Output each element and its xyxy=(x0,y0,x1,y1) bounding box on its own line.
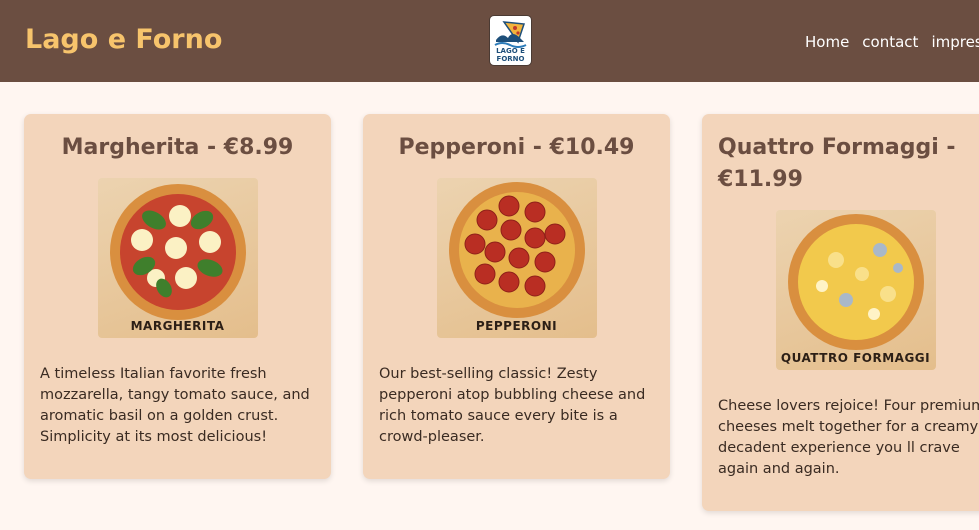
card-description: Our best-selling classic! Zesty pepperon… xyxy=(379,366,646,445)
main-nav: Home contact impres xyxy=(805,32,979,51)
pizza-card-margherita: Margherita - €8.99 MARGHERITA A timeless… xyxy=(24,114,331,479)
nav-contact[interactable]: contact xyxy=(862,33,918,51)
nav-impressum[interactable]: impres xyxy=(931,33,979,51)
card-description: Cheese lovers rejoice! Four premium chee… xyxy=(718,398,979,477)
image-caption: QUATTRO FORMAGGI xyxy=(780,351,931,365)
pizza-card-pepperoni: Pepperoni - €10.49 PEPPERONI Our best-se… xyxy=(363,114,670,479)
site-header: Lago e Forno LAGO E FORNO Home contact imp… xyxy=(0,0,979,82)
brand-title[interactable]: Lago e Forno xyxy=(25,24,222,55)
pepperoni-pizza-icon xyxy=(448,182,585,318)
logo-text-line-1: LAGO E xyxy=(496,47,525,55)
logo-text-line-2: FORNO xyxy=(496,55,525,63)
logo[interactable]: LAGO E FORNO xyxy=(490,16,531,65)
margherita-pizza-icon xyxy=(109,184,246,320)
image-caption: MARGHERITA xyxy=(130,319,225,333)
card-title: Quattro Formaggi - €11.99 xyxy=(718,135,956,192)
quattro-formaggi-pizza-icon xyxy=(787,214,924,350)
card-description: A timeless Italian favorite fresh mozzar… xyxy=(40,366,310,445)
pizza-image-quattro-formaggi: QUATTRO FORMAGGI xyxy=(775,210,936,370)
nav-home[interactable]: Home xyxy=(805,33,849,51)
pizza-image-pepperoni: PEPPERONI xyxy=(436,178,597,338)
card-title: Pepperoni - €10.49 xyxy=(398,135,635,160)
pizza-image-margherita: MARGHERITA xyxy=(97,178,258,338)
card-title: Margherita - €8.99 xyxy=(61,135,294,160)
image-caption: PEPPERONI xyxy=(475,319,558,333)
pizza-card-quattro-formaggi: Quattro Formaggi - €11.99 QUATTRO FORMAG… xyxy=(702,114,979,511)
